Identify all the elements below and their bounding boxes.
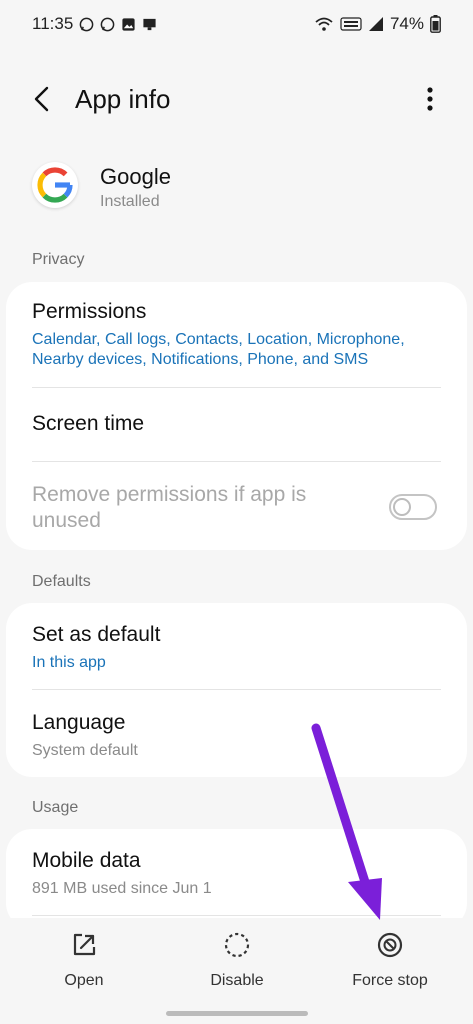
app-install-status: Installed xyxy=(100,193,160,210)
wifi-icon xyxy=(315,17,333,31)
annotation-arrow-icon xyxy=(311,723,382,920)
status-time: 11:35 xyxy=(32,14,74,33)
remove-permissions-item[interactable]: Remove permissions if app is unused xyxy=(32,482,441,534)
open-button[interactable]: Open xyxy=(24,930,144,990)
divider xyxy=(32,689,441,690)
set-as-default-sub: In this app xyxy=(32,654,106,671)
home-indicator xyxy=(166,1011,308,1016)
set-as-default-title: Set as default xyxy=(32,623,161,646)
disable-dashed-circle-icon xyxy=(224,932,250,958)
open-label: Open xyxy=(64,972,104,989)
gallery-icon xyxy=(122,17,135,31)
google-logo-icon xyxy=(37,167,73,203)
app-summary: Google Installed xyxy=(0,150,473,225)
permissions-title: Permissions xyxy=(32,300,147,323)
force-stop-button[interactable]: Force stop xyxy=(330,930,450,990)
permissions-summary: Calendar, Call logs, Contacts, Location,… xyxy=(32,330,441,370)
status-bar: 11:35 74% xyxy=(0,0,473,48)
privacy-card: Permissions Calendar, Call logs, Contact… xyxy=(6,282,467,550)
back-arrow-icon[interactable] xyxy=(28,84,58,114)
battery-icon xyxy=(430,15,441,33)
screen-time-item[interactable]: Screen time xyxy=(32,412,441,436)
section-label-privacy: Privacy xyxy=(32,251,85,268)
remove-permissions-toggle[interactable] xyxy=(389,494,437,520)
app-icon xyxy=(32,162,78,208)
signal-icon xyxy=(368,17,383,31)
section-label-defaults: Defaults xyxy=(32,573,91,590)
bottom-action-bar: Open Disable Force stop xyxy=(0,918,473,1024)
open-external-icon xyxy=(73,933,96,956)
disable-button[interactable]: Disable xyxy=(177,930,297,990)
remove-permissions-title: Remove permissions if app is unused xyxy=(32,482,362,534)
remove-permissions-line2: unused xyxy=(32,509,101,532)
whatsapp-icon xyxy=(79,17,94,31)
app-bar: App info xyxy=(0,70,473,130)
divider xyxy=(32,461,441,462)
screen-time-title: Screen time xyxy=(32,412,145,435)
divider xyxy=(32,387,441,388)
page-title: App info xyxy=(75,84,171,114)
disable-label: Disable xyxy=(210,972,264,989)
force-stop-icon xyxy=(377,932,403,958)
set-as-default-item[interactable]: Set as default In this app xyxy=(32,623,441,673)
battery-percentage: 74% xyxy=(389,14,424,33)
volte-icon xyxy=(340,17,362,31)
remove-permissions-line1: Remove permissions if app is xyxy=(32,483,307,506)
more-vertical-icon[interactable] xyxy=(418,82,442,116)
permissions-summary-line1: Calendar, Call logs, Contacts, Location,… xyxy=(32,331,405,348)
status-left: 11:35 xyxy=(32,14,157,34)
section-label-usage: Usage xyxy=(32,799,79,816)
force-stop-label: Force stop xyxy=(352,972,428,989)
toggle-knob xyxy=(393,498,411,516)
permissions-summary-line2: Nearby devices, Notifications, Phone, an… xyxy=(32,351,369,368)
whatsapp-icon xyxy=(100,17,115,31)
permissions-item[interactable]: Permissions Calendar, Call logs, Contact… xyxy=(32,300,441,370)
status-right: 74% xyxy=(314,14,441,34)
app-name: Google xyxy=(100,164,171,189)
screen-share-icon xyxy=(143,18,156,30)
